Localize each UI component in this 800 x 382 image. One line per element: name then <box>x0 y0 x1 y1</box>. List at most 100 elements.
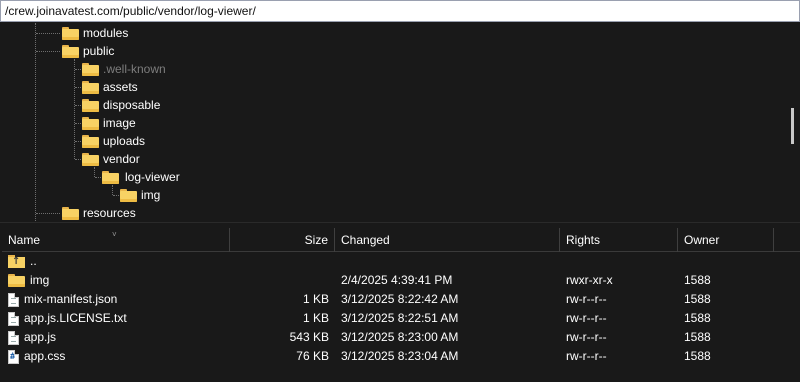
folder-icon <box>82 152 99 166</box>
file-size <box>230 252 335 271</box>
column-header-label: Rights <box>566 233 601 247</box>
column-header-rights[interactable]: Rights <box>560 228 678 252</box>
file-rights: rwxr-xr-x <box>566 273 613 287</box>
file-rights: rw-r--r-- <box>566 349 607 363</box>
file-size <box>230 271 335 290</box>
file-changed: 3/12/2025 8:22:51 AM <box>341 311 459 325</box>
column-header-label: Size <box>304 233 328 247</box>
open-folder-icon <box>102 170 119 184</box>
column-header-filler <box>774 228 800 252</box>
tree-item-vendor[interactable]: vendor <box>82 150 140 168</box>
tree-connector <box>75 87 81 88</box>
file-changed: 2/4/2025 4:39:41 PM <box>341 273 453 287</box>
file-owner <box>678 252 774 271</box>
column-header-changed[interactable]: Changed <box>335 228 560 252</box>
tree-item-disposable[interactable]: disposable <box>82 96 160 114</box>
tree-scrollbar-thumb[interactable] <box>791 108 794 144</box>
file-rights: rw-r--r-- <box>566 311 607 325</box>
file-changed: 3/12/2025 8:23:00 AM <box>341 330 459 344</box>
tree-item-label: vendor <box>103 152 140 166</box>
file-rights: rw-r--r-- <box>566 330 607 344</box>
file-owner: 1588 <box>684 330 711 344</box>
column-header-label: Changed <box>341 233 390 247</box>
tree-item-public[interactable]: public <box>62 42 114 60</box>
file-owner: 1588 <box>684 311 711 325</box>
path-input[interactable] <box>3 3 797 19</box>
tree-item-uploads[interactable]: uploads <box>82 132 145 150</box>
tree-connector <box>35 23 36 222</box>
folder-icon <box>62 44 79 58</box>
text-file-icon <box>8 311 19 326</box>
file-row-parent[interactable]: ↑ .. <box>2 252 800 271</box>
folder-icon <box>62 26 79 40</box>
column-header-owner[interactable]: Owner <box>678 228 774 252</box>
tree-connector <box>36 213 60 214</box>
file-rows: ↑ .. img 2/4/2025 4:39:41 PM rwxr-xr-x 1… <box>2 252 800 366</box>
tree-item-label: resources <box>83 206 136 220</box>
tree-item-label: uploads <box>103 134 146 148</box>
file-owner: 1588 <box>684 349 711 363</box>
file-name: .. <box>30 254 37 268</box>
sort-caret-icon: ˅ <box>112 230 117 239</box>
column-header-size[interactable]: Size <box>230 228 335 252</box>
file-owner: 1588 <box>684 273 711 287</box>
tree-connector <box>94 167 95 177</box>
tree-item-label: .well-known <box>103 62 166 76</box>
tree-item-log-viewer[interactable]: log-viewer <box>102 168 182 186</box>
file-name: app.css <box>24 349 66 363</box>
tree-connector <box>75 123 81 124</box>
file-size: 76 KB <box>296 349 329 363</box>
json-file-icon <box>8 292 19 307</box>
tree-item-image[interactable]: image <box>82 114 136 132</box>
file-size: 1 KB <box>302 292 329 306</box>
parent-folder-icon: ↑ <box>8 255 25 268</box>
file-size: 1 KB <box>302 311 329 325</box>
tree-item-label: disposable <box>103 98 161 112</box>
file-row-img[interactable]: img 2/4/2025 4:39:41 PM rwxr-xr-x 1588 <box>2 271 800 290</box>
tree-connector <box>112 185 113 195</box>
file-row-mix-manifest[interactable]: mix-manifest.json 1 KB 3/12/2025 8:22:42… <box>2 290 800 309</box>
tree-connector <box>74 59 75 159</box>
folder-icon <box>82 80 99 94</box>
file-name: img <box>30 273 50 287</box>
column-header-label: Owner <box>684 233 720 247</box>
folder-icon <box>82 98 99 112</box>
js-file-icon <box>8 330 19 345</box>
tree-connector <box>75 141 81 142</box>
file-rights <box>560 252 678 271</box>
tree-item-well-known[interactable]: .well-known <box>82 60 166 78</box>
tree-connector <box>75 159 81 160</box>
tree-item-img[interactable]: img <box>120 186 160 204</box>
folder-icon <box>62 206 79 220</box>
file-list-header: ˅ Name Size Changed Rights Owner <box>2 228 800 252</box>
file-changed: 3/12/2025 8:22:42 AM <box>341 292 459 306</box>
folder-icon <box>82 116 99 130</box>
column-header-name[interactable]: ˅ Name <box>2 228 230 252</box>
file-rights: rw-r--r-- <box>566 292 607 306</box>
path-bar[interactable] <box>0 0 800 22</box>
css-file-icon: # <box>8 349 19 364</box>
file-row-app-css[interactable]: # app.css 76 KB 3/12/2025 8:23:04 AM rw-… <box>2 347 800 366</box>
tree-item-label: modules <box>83 26 129 40</box>
file-name: app.js.LICENSE.txt <box>24 311 127 325</box>
tree-item-modules[interactable]: modules <box>62 24 128 42</box>
tree-item-label: img <box>141 188 161 202</box>
directory-tree[interactable]: modules public .well-known assets dispos… <box>2 23 798 222</box>
column-header-label: Name <box>8 233 41 247</box>
file-row-license[interactable]: app.js.LICENSE.txt 1 KB 3/12/2025 8:22:5… <box>2 309 800 328</box>
file-name: app.js <box>24 330 57 344</box>
file-list[interactable]: ˅ Name Size Changed Rights Owner ↑ .. im… <box>2 228 800 382</box>
folder-icon <box>8 274 25 287</box>
tree-item-label: image <box>103 116 136 130</box>
tree-item-assets[interactable]: assets <box>82 78 138 96</box>
file-size: 543 KB <box>289 330 329 344</box>
file-owner: 1588 <box>684 292 711 306</box>
folder-icon <box>120 188 137 202</box>
tree-item-resources[interactable]: resources <box>62 204 136 222</box>
folder-icon <box>82 134 99 148</box>
tree-connector <box>36 33 60 34</box>
file-changed <box>335 252 560 271</box>
tree-connector <box>95 177 101 178</box>
file-row-app-js[interactable]: app.js 543 KB 3/12/2025 8:23:00 AM rw-r-… <box>2 328 800 347</box>
tree-item-label: log-viewer <box>123 170 182 184</box>
